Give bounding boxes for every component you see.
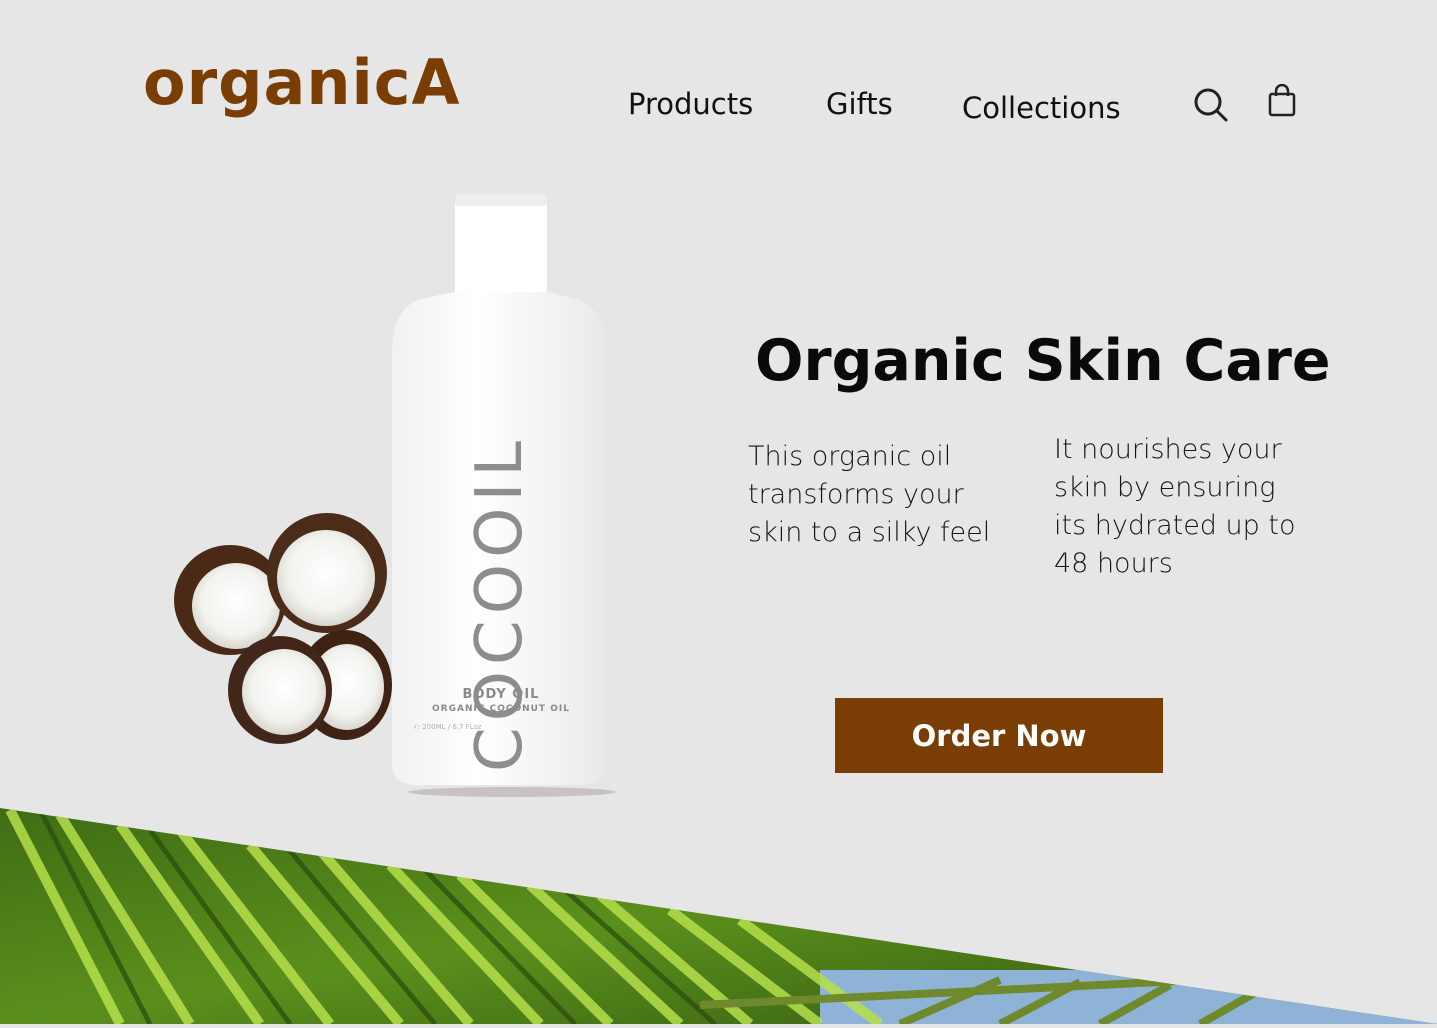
hero-paragraph-left: This organic oil transforms your skin to… <box>748 441 991 548</box>
bottle-subtitle-text: ORGANIC COCONUT OIL <box>432 704 570 714</box>
coconut-halves <box>174 513 392 744</box>
nav-item-collections[interactable]: Collections <box>962 94 1121 123</box>
product-image: COCOOIL BODY OIL ORGANIC COCONUT OIL ℮ 2… <box>160 180 640 814</box>
hero-paragraph-right: It nourishes your skin by ensuring its h… <box>1054 434 1296 579</box>
search-icon[interactable] <box>1193 87 1229 127</box>
order-now-button[interactable]: Order Now <box>835 698 1163 773</box>
brand-logo[interactable]: organicA <box>143 52 461 114</box>
nav-item-products[interactable]: Products <box>628 90 753 119</box>
nav-item-gifts[interactable]: Gifts <box>826 90 893 119</box>
bottle-type-text: BODY OIL <box>462 687 540 702</box>
palm-leaves-image <box>0 790 1437 1028</box>
hero-title: Organic Skin Care <box>755 328 1331 394</box>
shopping-bag-icon[interactable] <box>1268 83 1296 122</box>
bottle-volume-text: ℮ 200ML / 6.7 FLoz <box>414 723 482 731</box>
